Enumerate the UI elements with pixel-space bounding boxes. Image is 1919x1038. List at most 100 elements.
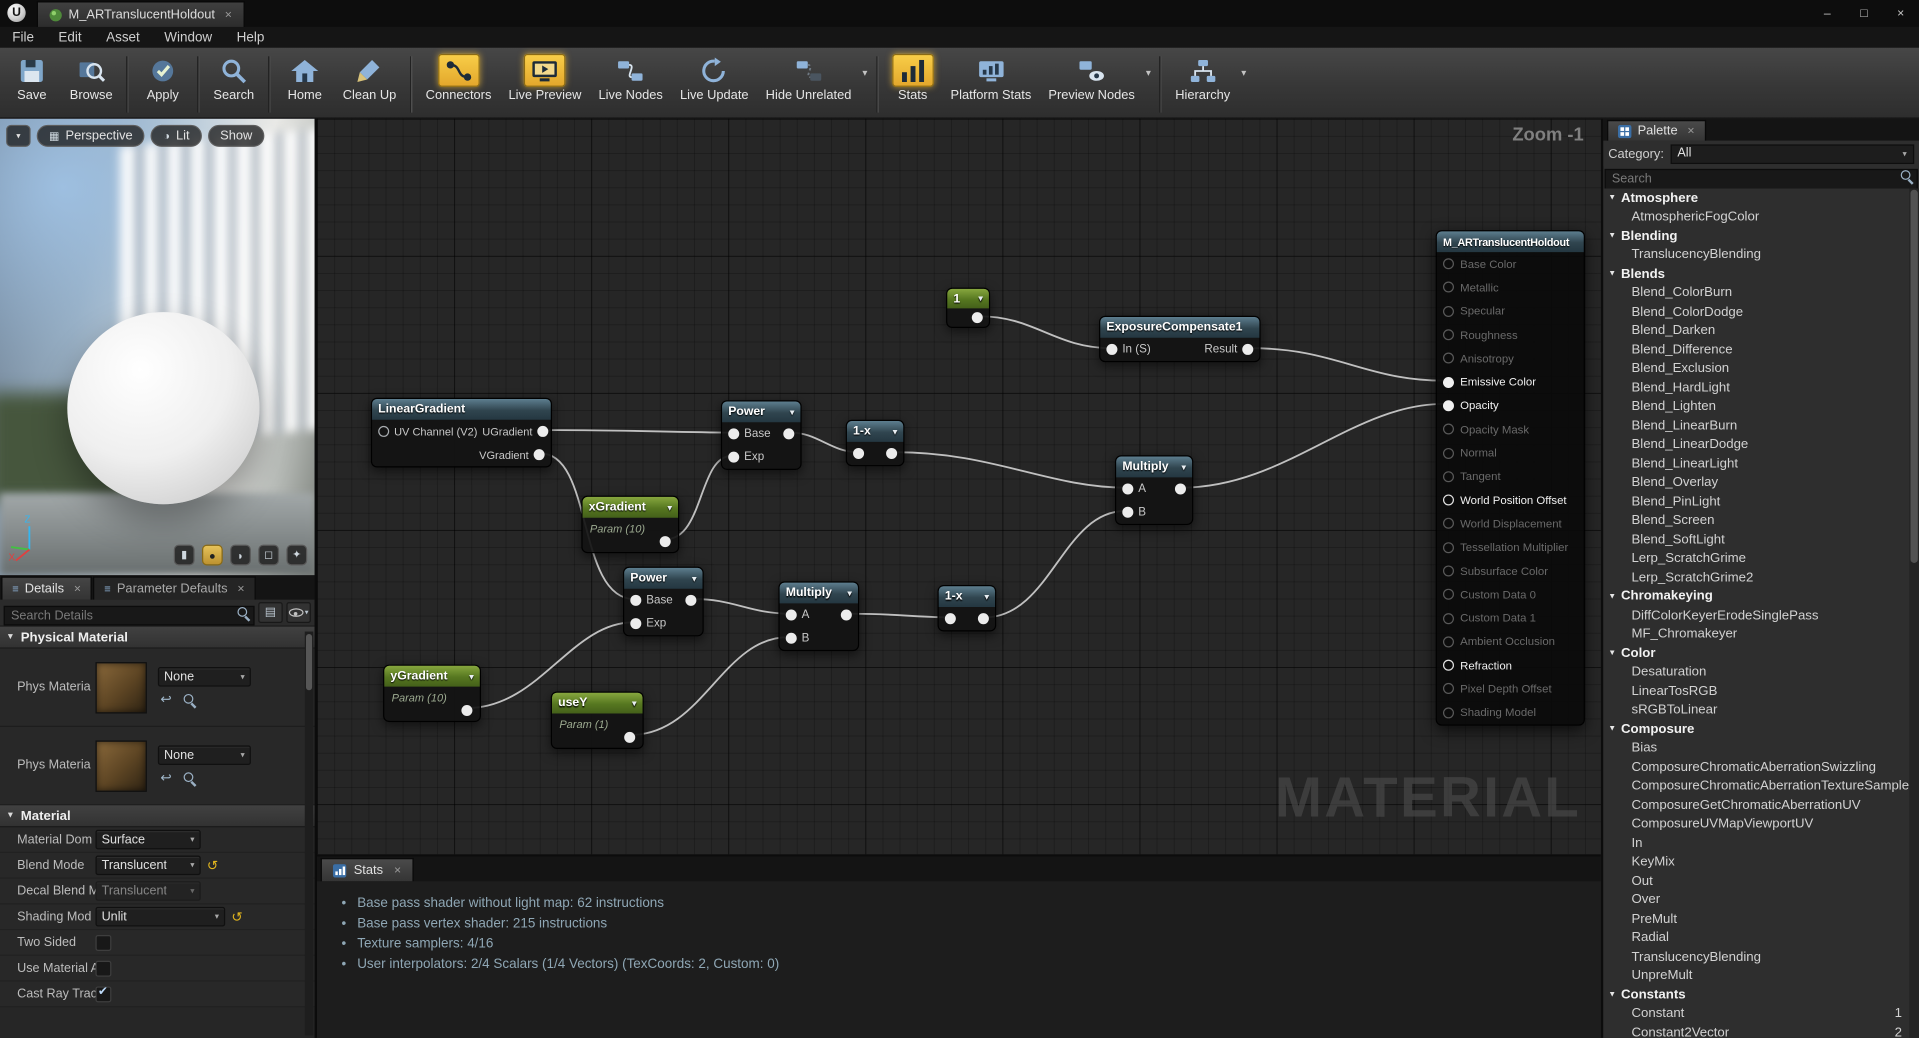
palette-row[interactable]: Over xyxy=(1603,890,1919,909)
palette-row[interactable]: Desaturation xyxy=(1603,663,1919,682)
palette-row[interactable]: Blend_Screen xyxy=(1603,511,1919,530)
collapse-icon[interactable]: ▾ xyxy=(469,671,473,681)
section-physical-material[interactable]: ▼ Physical Material xyxy=(0,627,315,649)
palette-row[interactable]: Blend_PinLight xyxy=(1603,492,1919,511)
search-button[interactable]: Search xyxy=(204,51,263,102)
output-pin[interactable] xyxy=(624,732,635,743)
output-pin[interactable] xyxy=(1175,483,1186,494)
input-pin[interactable] xyxy=(728,428,739,439)
connectors-button[interactable]: Connectors xyxy=(417,51,500,102)
live-nodes-button[interactable]: Live Nodes xyxy=(590,51,671,102)
palette-row[interactable]: Blend_ColorDodge xyxy=(1603,302,1919,321)
material-input-row[interactable]: Base Color xyxy=(1437,252,1584,276)
menu-item[interactable]: Edit xyxy=(46,30,94,45)
platform-stats-button[interactable]: Platform Stats xyxy=(942,51,1040,102)
material-input-row[interactable]: Roughness xyxy=(1437,323,1584,347)
browse-button[interactable]: Browse xyxy=(61,51,121,102)
node-xgradient-param[interactable]: xGradient▾ Param (10) xyxy=(581,496,679,554)
preview-viewport[interactable]: ▾ ▦Perspective ◑Lit Show Z X ▮ xyxy=(0,119,315,576)
palette-row[interactable]: Blend_HardLight xyxy=(1603,378,1919,397)
collapse-icon[interactable]: ▾ xyxy=(893,427,897,437)
input-pin[interactable] xyxy=(1443,471,1454,482)
save-button[interactable]: Save xyxy=(2,51,61,102)
output-pin[interactable] xyxy=(660,536,671,547)
property-matrix-button[interactable]: ▤ xyxy=(258,602,282,623)
palette-row[interactable]: Constant 1 xyxy=(1603,1004,1919,1023)
output-pin[interactable] xyxy=(886,448,897,459)
input-pin[interactable] xyxy=(1443,589,1454,600)
palette-row[interactable]: Blend_Difference xyxy=(1603,340,1919,359)
node-usey-param[interactable]: useY▾ Param (1) xyxy=(551,692,644,750)
tab-stats[interactable]: Stats × xyxy=(321,858,414,881)
node-power-bottom[interactable]: Power▾ Base Exp xyxy=(623,567,704,637)
palette-row[interactable]: KeyMix xyxy=(1603,852,1919,871)
viewport-options-button[interactable]: ▾ xyxy=(6,125,30,147)
input-pin[interactable] xyxy=(1443,400,1454,411)
palette-row[interactable]: Blend_SoftLight xyxy=(1603,530,1919,549)
material-thumbnail[interactable] xyxy=(95,662,146,713)
palette-row[interactable]: Radial xyxy=(1603,928,1919,947)
clean-up-button[interactable]: Clean Up xyxy=(334,51,405,102)
input-pin[interactable] xyxy=(728,452,739,463)
palette-row[interactable]: Atmosphere xyxy=(1603,188,1919,207)
collapse-icon[interactable]: ▾ xyxy=(692,573,696,583)
palette-row[interactable]: DiffColorKeyerErodeSinglePass xyxy=(1603,606,1919,625)
palette-row[interactable]: LinearTosRGB xyxy=(1603,682,1919,701)
close-icon[interactable]: × xyxy=(74,582,81,595)
lit-button[interactable]: ◑Lit xyxy=(151,125,202,147)
input-pin[interactable] xyxy=(1443,258,1454,269)
palette-row[interactable]: Lerp_ScratchGrime xyxy=(1603,549,1919,568)
material-input-row[interactable]: Tangent xyxy=(1437,465,1584,489)
tab-details[interactable]: ≡ Details × xyxy=(1,576,92,599)
browse-to-asset-icon[interactable] xyxy=(183,770,198,785)
live-preview-button[interactable]: Live Preview xyxy=(500,51,590,102)
input-pin[interactable] xyxy=(1443,660,1454,671)
palette-row[interactable]: Lerp_ScratchGrime2 xyxy=(1603,568,1919,587)
collapse-icon[interactable]: ▾ xyxy=(1182,462,1186,472)
palette-row[interactable]: Color xyxy=(1603,644,1919,663)
input-pin[interactable] xyxy=(1443,447,1454,458)
palette-row[interactable]: ComposureUVMapViewportUV xyxy=(1603,815,1919,834)
output-pin[interactable] xyxy=(1242,344,1253,355)
output-pin[interactable] xyxy=(783,428,794,439)
material-graph-canvas[interactable]: 1▾ ExposureCompensate1 In (S) Result Lin… xyxy=(317,119,1601,855)
palette-row[interactable]: TranslucencyBlending xyxy=(1603,947,1919,966)
reset-to-default-icon[interactable]: ↺ xyxy=(207,857,218,873)
property-dropdown[interactable]: Translucent▾ xyxy=(95,881,200,901)
material-thumbnail[interactable] xyxy=(95,740,146,791)
scrollbar-thumb[interactable] xyxy=(306,634,312,690)
mesh-shape-button[interactable]: ✦ xyxy=(286,545,307,566)
palette-row[interactable]: AtmosphericFogColor xyxy=(1603,207,1919,226)
show-button[interactable]: Show xyxy=(208,125,265,147)
input-pin[interactable] xyxy=(1443,353,1454,364)
palette-row[interactable]: Chromakeying xyxy=(1603,587,1919,606)
collapse-icon[interactable]: ▾ xyxy=(790,407,794,417)
close-icon[interactable]: × xyxy=(225,8,232,21)
input-pin[interactable] xyxy=(1443,684,1454,695)
palette-row[interactable]: Constant2Vector 2 xyxy=(1603,1023,1919,1038)
details-scrollbar[interactable] xyxy=(305,632,314,1036)
material-input-row[interactable]: Custom Data 1 xyxy=(1437,606,1584,630)
property-dropdown[interactable]: Translucent▾ xyxy=(95,856,200,876)
palette-row[interactable]: ComposureGetChromaticAberrationUV xyxy=(1603,796,1919,815)
collapse-icon[interactable]: ▾ xyxy=(632,698,636,708)
property-dropdown[interactable]: Unlit▾ xyxy=(95,907,225,927)
input-pin[interactable] xyxy=(1443,306,1454,317)
palette-scrollbar[interactable] xyxy=(1909,188,1919,1037)
palette-row[interactable]: Blend_LinearLight xyxy=(1603,454,1919,473)
close-icon[interactable]: × xyxy=(237,582,244,595)
input-pin[interactable] xyxy=(1443,707,1454,718)
material-input-row[interactable]: Specular xyxy=(1437,299,1584,323)
palette-row[interactable]: Blend_Exclusion xyxy=(1603,359,1919,378)
node-one-minus-top[interactable]: 1-x▾ xyxy=(846,420,905,467)
palette-row[interactable]: Composure xyxy=(1603,720,1919,739)
chevron-down-icon[interactable]: ▾ xyxy=(862,67,867,78)
material-input-row[interactable]: Opacity xyxy=(1437,394,1584,418)
scrollbar-thumb[interactable] xyxy=(1911,190,1918,563)
node-multiply-bottom[interactable]: Multiply▾ A B xyxy=(778,581,859,651)
phys-material-dropdown[interactable]: None▾ xyxy=(158,667,251,687)
property-checkbox[interactable] xyxy=(95,934,111,950)
material-input-row[interactable]: World Displacement xyxy=(1437,512,1584,536)
input-pin[interactable] xyxy=(1443,329,1454,340)
close-icon[interactable]: × xyxy=(1687,124,1694,137)
